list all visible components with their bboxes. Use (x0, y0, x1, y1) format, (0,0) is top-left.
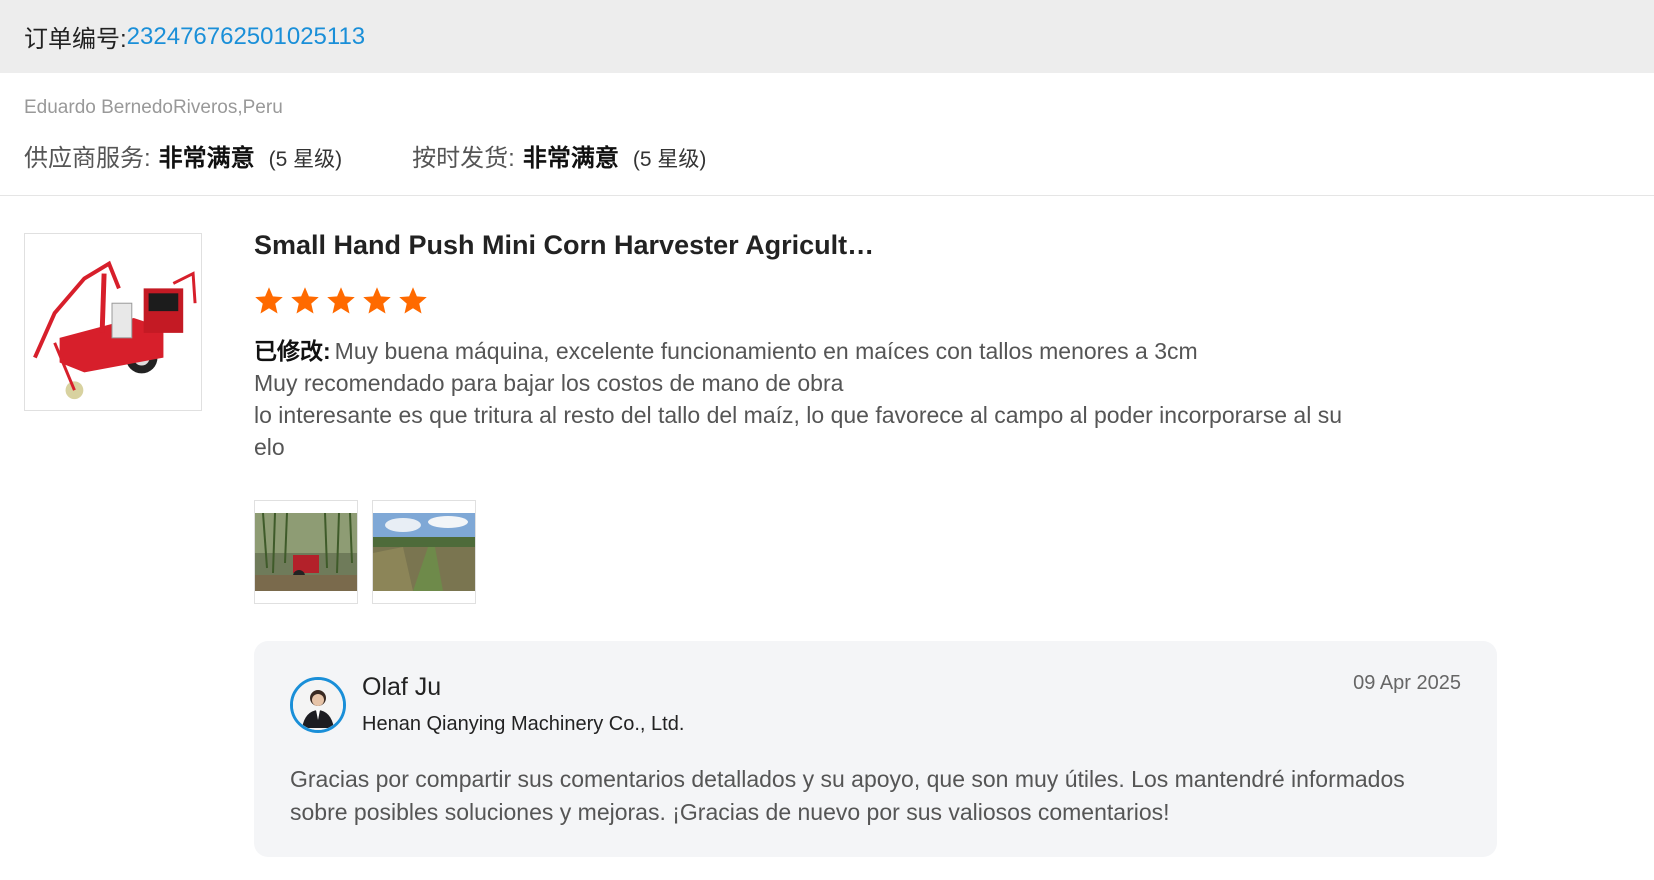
star-icon (399, 287, 427, 314)
modified-label: 已修改: (254, 338, 331, 364)
reply-date: 09 Apr 2025 (1353, 672, 1461, 694)
cornfield-harvester-photo-icon (255, 513, 357, 591)
product-star-rating (254, 286, 428, 316)
reply-text: Gracias por compartir sus comentarios de… (290, 766, 1405, 825)
person-avatar-icon (290, 677, 346, 733)
star-icon (363, 287, 391, 314)
product-title[interactable]: Small Hand Push Mini Corn Harvester Agri… (254, 230, 874, 261)
cleared-field-photo-icon (373, 513, 475, 591)
star-icon (291, 287, 319, 314)
rating-label: 按时发货: (412, 145, 515, 172)
rating-supplier-service: 供应商服务: 非常满意 (5 星级) (24, 138, 342, 173)
review-photo-1[interactable] (254, 500, 358, 604)
review-photos (254, 500, 476, 604)
rating-on-time-delivery: 按时发货: 非常满意 (5 星级) (412, 138, 706, 173)
rating-value: 非常满意 (158, 145, 255, 172)
order-header: 订单编号: 232476762501025113 (0, 0, 1654, 73)
corn-harvester-icon (25, 234, 201, 410)
supplier-reply: Olaf Ju Henan Qianying Machinery Co., Lt… (254, 641, 1497, 857)
review-body: 已修改: Muy buena máquina, excelente funcion… (254, 335, 1424, 463)
product-image[interactable] (24, 233, 202, 411)
review-text: Muy buena máquina, excelente funcionamie… (254, 338, 1342, 460)
rating-stars-note: (5 星级) (632, 148, 707, 171)
order-number-label: 订单编号: (24, 26, 127, 53)
section-divider (0, 195, 1654, 196)
order-number-link[interactable]: 232476762501025113 (127, 23, 365, 51)
rating-value: 非常满意 (522, 145, 619, 172)
avatar-graphic (293, 680, 343, 730)
rating-stars-note: (5 星级) (268, 148, 343, 171)
review-photo-2[interactable] (372, 500, 476, 604)
supplier-ratings: 供应商服务: 非常满意 (5 星级) 按时发货: 非常满意 (5 星级) (24, 138, 706, 173)
reply-author-name: Olaf Ju (362, 673, 442, 701)
reply-company-name: Henan Qianying Machinery Co., Ltd. (362, 713, 685, 735)
reviewer-name: Eduardo BernedoRiveros,Peru (24, 97, 283, 118)
rating-label: 供应商服务: (24, 145, 151, 172)
star-icon (327, 287, 355, 314)
star-icon (255, 287, 283, 314)
